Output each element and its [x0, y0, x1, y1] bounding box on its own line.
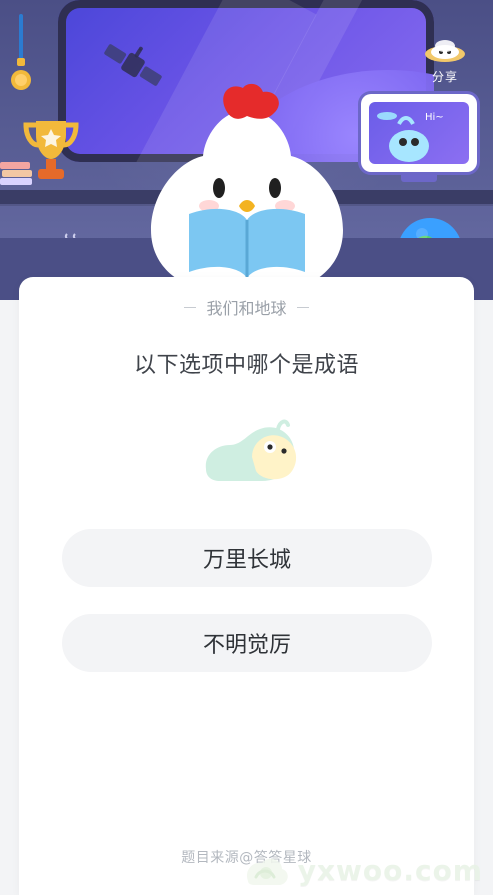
snail-icon: [205, 419, 297, 481]
answer-option-2[interactable]: 不明觉厉: [62, 614, 432, 672]
medal-icon: [11, 14, 31, 90]
tv-greeting: Hi~: [425, 112, 444, 123]
answer-option-2-label: 不明觉厉: [202, 633, 291, 658]
share-button[interactable]: 分享: [415, 36, 475, 92]
trophy-icon: [23, 121, 79, 179]
ufo-icon: [425, 40, 465, 62]
answer-page: 分享 Hi~ 我们和地球 以下选项中哪个是成语 万里长城 不明觉厉 题目来源@答…: [0, 0, 493, 895]
question-source: 题目来源@答答星球: [181, 850, 312, 866]
tv-screen: [369, 102, 469, 164]
answer-option-1[interactable]: 万里长城: [62, 529, 432, 587]
question-text: 以下选项中哪个是成语: [133, 353, 359, 378]
divider-right: [296, 306, 309, 308]
divider-left: [184, 306, 197, 308]
question-card: 我们和地球 以下选项中哪个是成语 万里长城 不明觉厉 题目来源@答答星球: [19, 277, 474, 895]
tv-illustration: Hi~: [361, 94, 477, 172]
answer-option-1-label: 万里长城: [202, 548, 291, 573]
section-title: 我们和地球: [206, 299, 287, 318]
chicken-mascot: [151, 83, 343, 296]
section-header: 我们和地球: [19, 295, 474, 319]
header-illustration: 分享 Hi~: [0, 0, 493, 300]
alien-icon: [377, 112, 429, 162]
tv-stand: [401, 172, 437, 182]
share-label: 分享: [431, 70, 458, 84]
